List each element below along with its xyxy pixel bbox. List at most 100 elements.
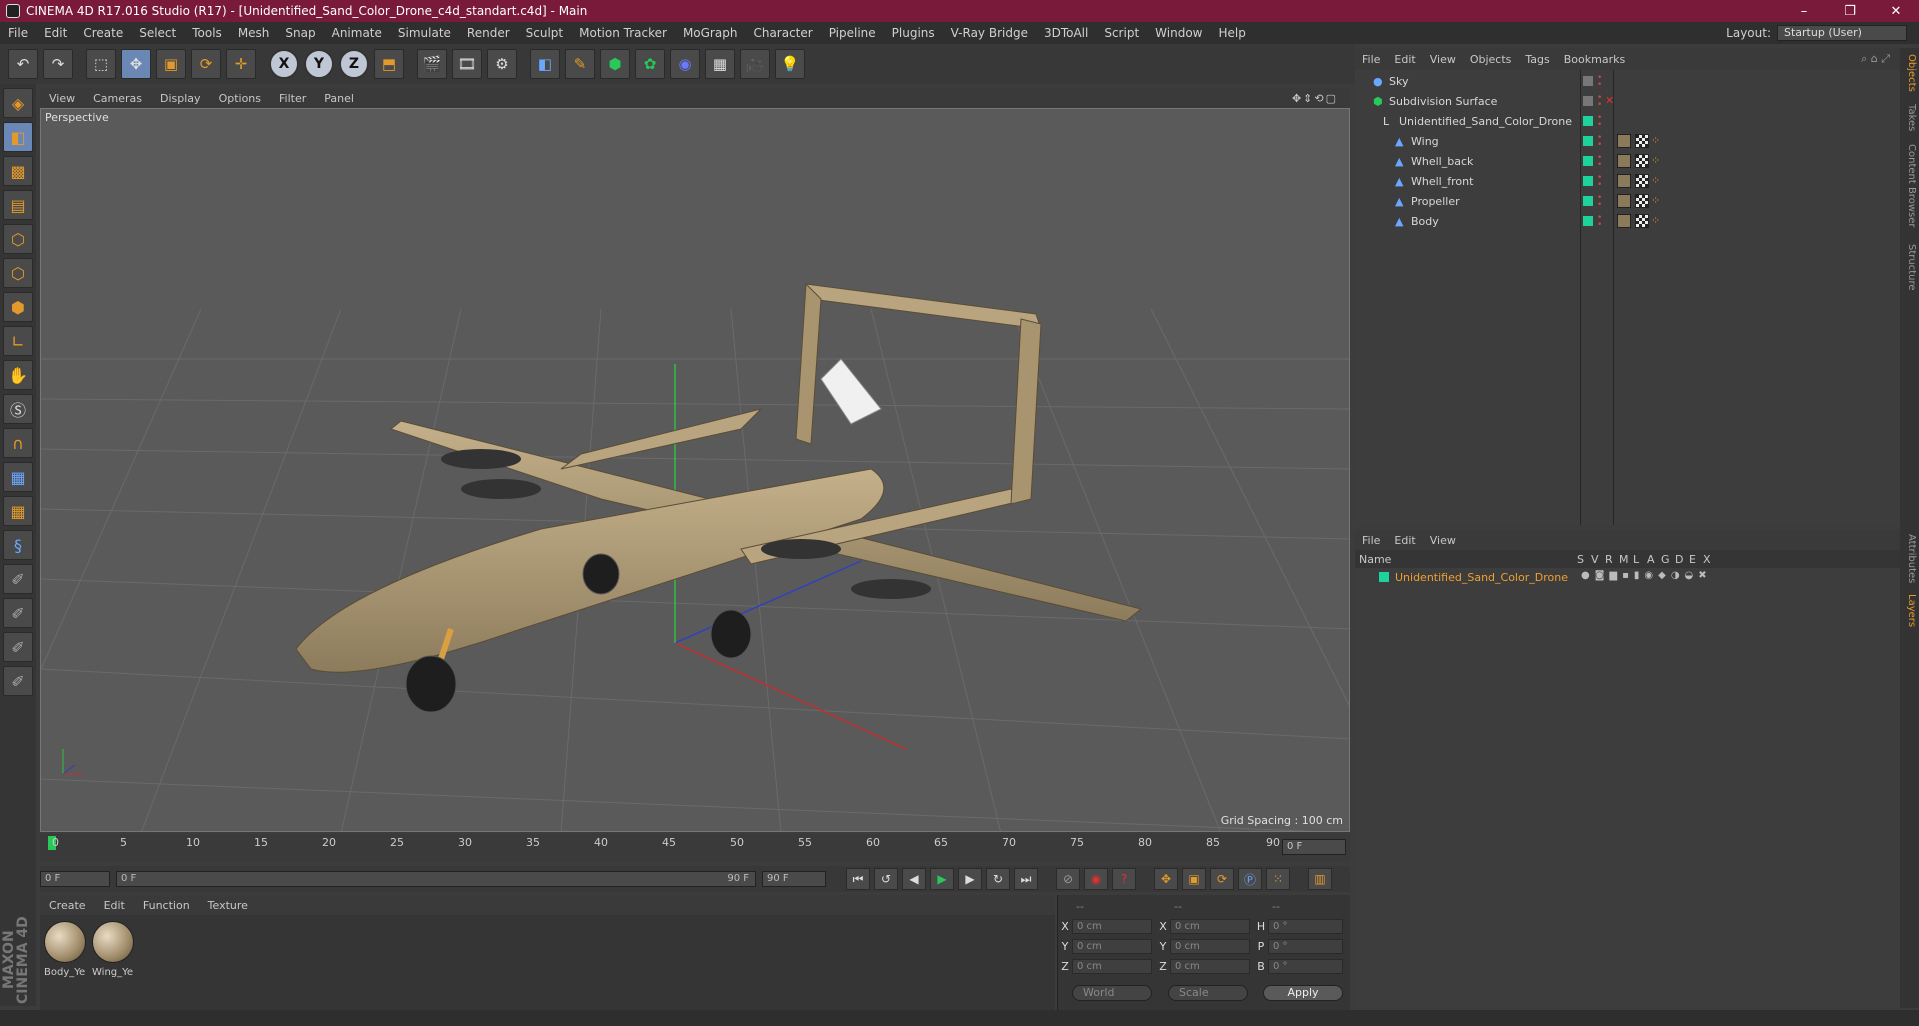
menu-render[interactable]: Render — [459, 26, 518, 40]
mat-menu-create[interactable]: Create — [40, 899, 95, 912]
start-frame-field[interactable]: 0 F — [40, 871, 110, 887]
visibility-dots[interactable]: • • — [1597, 154, 1602, 170]
layer-row[interactable]: Unidentified_Sand_Color_Drone ●◙▆▪▮◉◆◑◒✖ — [1355, 568, 1900, 588]
menu-character[interactable]: Character — [745, 26, 820, 40]
tweak-mode-icon[interactable]: ✋ — [3, 360, 33, 390]
lm-menu-file[interactable]: File — [1355, 534, 1387, 547]
om-menu-bookmarks[interactable]: Bookmarks — [1557, 53, 1632, 66]
range-slider[interactable]: 0 F 90 F — [116, 871, 756, 887]
tab-objects[interactable]: Objects — [1902, 54, 1917, 92]
position-x-field[interactable]: 0 cm — [1072, 918, 1152, 934]
rotate-icon[interactable]: ⟳ — [191, 49, 221, 79]
selection-tag-icon[interactable]: ⁘ — [1651, 154, 1665, 168]
previous-frame-icon[interactable]: ◀ — [902, 868, 926, 890]
sculpt-pull-icon[interactable]: ✐ — [3, 632, 33, 662]
material-tag-icon[interactable] — [1617, 174, 1631, 188]
material-tag-icon[interactable] — [1617, 194, 1631, 208]
tab-content-browser[interactable]: Content Browser — [1902, 144, 1917, 227]
uvw-tag-icon[interactable] — [1635, 154, 1649, 168]
sculpt-brush-icon[interactable]: ✐ — [3, 564, 33, 594]
uvw-tag-icon[interactable] — [1635, 174, 1649, 188]
object-row-whell-front[interactable]: ▲ Whell_front • • ⁘ — [1355, 172, 1900, 192]
grid-rotate-icon[interactable]: ▦ — [3, 496, 33, 526]
tab-structure[interactable]: Structure — [1902, 244, 1917, 291]
scale-icon[interactable]: ▣ — [156, 49, 186, 79]
close-button[interactable]: ✕ — [1873, 4, 1919, 19]
y-axis-icon[interactable]: Y — [304, 49, 334, 79]
python-icon[interactable]: § — [3, 530, 33, 560]
next-key-icon[interactable]: ↻ — [986, 868, 1010, 890]
disabled-icon[interactable]: ✕ — [1605, 94, 1614, 107]
lm-menu-edit[interactable]: Edit — [1387, 534, 1422, 547]
mat-menu-texture[interactable]: Texture — [199, 899, 257, 912]
object-row-subdivision[interactable]: ⬢ Subdivision Surface • • ✕ — [1355, 92, 1900, 112]
timeline-ruler[interactable]: 0 5 10 15 20 25 30 35 40 45 50 55 60 65 … — [40, 834, 1350, 862]
om-search-icon[interactable]: ⌕ ⌂ ⤢ — [1861, 52, 1890, 66]
scale-y-field[interactable]: 0 cm — [1170, 938, 1250, 954]
position-z-field[interactable]: 0 cm — [1072, 958, 1152, 974]
menu-mesh[interactable]: Mesh — [230, 26, 278, 40]
rotation-p-field[interactable]: 0 ° — [1268, 938, 1343, 954]
pen-icon[interactable]: ✎ — [565, 49, 595, 79]
menu-window[interactable]: Window — [1147, 26, 1210, 40]
menu-edit[interactable]: Edit — [36, 26, 75, 40]
drone-model[interactable] — [295, 282, 1143, 713]
end-frame-field[interactable]: 90 F — [762, 871, 826, 887]
coord-size-select[interactable]: Scale — [1168, 985, 1248, 1001]
deformer-icon[interactable]: ◉ — [670, 49, 700, 79]
viewport-perspective[interactable]: Perspective Grid Spacing : 100 cm — [40, 108, 1350, 832]
material-tag-icon[interactable] — [1617, 154, 1631, 168]
selection-tag-icon[interactable]: ⁘ — [1651, 134, 1665, 148]
object-row-body[interactable]: ▲ Body • • ⁘ — [1355, 212, 1900, 232]
selection-tag-icon[interactable]: ⁘ — [1651, 194, 1665, 208]
previous-key-icon[interactable]: ↺ — [874, 868, 898, 890]
menu-mograph[interactable]: MoGraph — [675, 26, 746, 40]
menu-motion-tracker[interactable]: Motion Tracker — [571, 26, 675, 40]
visibility-dots[interactable]: • • — [1597, 134, 1602, 150]
minimize-button[interactable]: – — [1781, 4, 1827, 19]
menu-plugins[interactable]: Plugins — [884, 26, 943, 40]
position-y-field[interactable]: 0 cm — [1072, 938, 1152, 954]
key-rotation-icon[interactable]: ⟳ — [1210, 868, 1234, 890]
vp-menu-panel[interactable]: Panel — [315, 92, 363, 105]
make-editable-icon[interactable]: ◈ — [3, 88, 33, 118]
om-menu-view[interactable]: View — [1423, 53, 1463, 66]
texture-mode-icon[interactable]: ▩ — [3, 156, 33, 186]
current-frame-field[interactable]: 0 F — [1282, 839, 1346, 855]
layout-select[interactable]: Startup (User) — [1777, 25, 1907, 41]
workplane-icon[interactable]: ▤ — [3, 190, 33, 220]
material-item[interactable]: Body_Ye — [44, 921, 88, 978]
layer-flag-icons[interactable]: ●◙▆▪▮◉◆◑◒✖ — [1581, 570, 1712, 581]
key-pla-icon[interactable]: ⁙ — [1266, 868, 1290, 890]
visibility-dots[interactable]: • • — [1597, 214, 1602, 230]
visibility-dots[interactable]: • • — [1597, 94, 1602, 110]
visibility-dots[interactable]: • • — [1597, 74, 1602, 90]
timeline-window-icon[interactable]: ▥ — [1308, 868, 1332, 890]
maximize-button[interactable]: ❐ — [1827, 4, 1873, 19]
uvw-tag-icon[interactable] — [1635, 134, 1649, 148]
om-menu-edit[interactable]: Edit — [1387, 53, 1422, 66]
menu-simulate[interactable]: Simulate — [390, 26, 459, 40]
om-menu-tags[interactable]: Tags — [1518, 53, 1556, 66]
viewport-nav-icons[interactable]: ✥⇕⟲▢ — [1292, 92, 1338, 105]
material-item[interactable]: Wing_Ye — [92, 921, 136, 978]
menu-pipeline[interactable]: Pipeline — [821, 26, 884, 40]
z-axis-icon[interactable]: Z — [339, 49, 369, 79]
tab-layers[interactable]: Layers — [1902, 594, 1917, 627]
vp-menu-cameras[interactable]: Cameras — [84, 92, 151, 105]
record-icon[interactable]: ⊘ — [1056, 868, 1080, 890]
visibility-dots[interactable]: • • — [1597, 114, 1602, 130]
menu-help[interactable]: Help — [1210, 26, 1253, 40]
key-param-icon[interactable]: Ⓟ — [1238, 868, 1262, 890]
move-icon[interactable]: ✥ — [121, 49, 151, 79]
light-icon[interactable]: 💡 — [775, 49, 805, 79]
live-select-icon[interactable]: ⬚ — [86, 49, 116, 79]
object-row-sky[interactable]: ● Sky • • — [1355, 72, 1900, 92]
transform-icon[interactable]: ✛ — [226, 49, 256, 79]
scale-z-field[interactable]: 0 cm — [1170, 958, 1250, 974]
menu-script[interactable]: Script — [1096, 26, 1147, 40]
material-tag-icon[interactable] — [1617, 214, 1631, 228]
edges-mode-icon[interactable]: ⬡ — [3, 258, 33, 288]
axis-mode-icon[interactable]: ∟ — [3, 326, 33, 356]
autokey-icon[interactable]: ◉ — [1084, 868, 1108, 890]
